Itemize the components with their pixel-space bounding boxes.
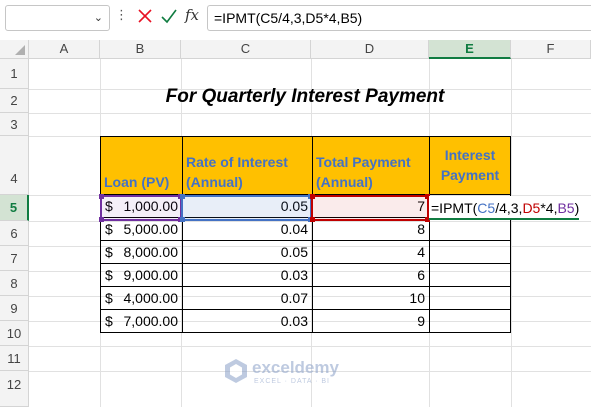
column-header-e[interactable]: E (429, 40, 511, 59)
reference-highlight-c5 (180, 194, 313, 222)
loan-table: Loan (PV) Rate of Interest (Annual) Total… (100, 136, 511, 333)
row-header-4[interactable]: 4 (0, 136, 29, 195)
exceldemy-watermark: exceldemy EXCEL · DATA · BI (224, 358, 339, 389)
exceldemy-logo-icon (225, 359, 247, 383)
row-header-2[interactable]: 2 (0, 89, 29, 113)
row-header-12[interactable]: 12 (0, 371, 29, 407)
sheet-title[interactable]: For Quarterly Interest Payment (100, 81, 510, 113)
row-header-10[interactable]: 10 (0, 321, 29, 346)
name-box[interactable]: ⌄ (5, 5, 110, 31)
rate-cell[interactable]: 0.03 (182, 309, 313, 333)
table-row: $9,000.00 0.03 6 (100, 263, 511, 287)
formula-part: *4, (540, 200, 558, 216)
reference-highlight-b5 (99, 194, 183, 222)
interest-cell[interactable] (429, 263, 511, 287)
row-header-8[interactable]: 8 (0, 271, 29, 296)
interest-cell[interactable] (429, 309, 511, 333)
table-row: $8,000.00 0.05 4 (100, 240, 511, 264)
watermark-name: exceldemy (252, 358, 339, 377)
cancel-icon[interactable] (137, 6, 153, 26)
row-header-7[interactable]: 7 (0, 246, 29, 271)
header-loan[interactable]: Loan (PV) (100, 136, 183, 195)
formula-bar: ⌄ ⋮ fx =IPMT(C5/4,3,D5*4,B5) (0, 0, 591, 36)
row-header-5[interactable]: 5 (0, 195, 29, 221)
formula-part: /4,3, (495, 200, 523, 216)
insert-function-icon[interactable]: fx (185, 6, 199, 24)
column-header-c[interactable]: C (181, 40, 311, 59)
column-header-f[interactable]: F (511, 40, 591, 59)
total-cell[interactable]: 6 (312, 263, 430, 287)
row-header-11[interactable]: 11 (0, 346, 29, 371)
formula-ref-b5: B5 (557, 200, 575, 216)
total-cell[interactable]: 10 (312, 286, 430, 310)
formula-ref-c5: C5 (477, 200, 496, 216)
rate-cell[interactable]: 0.05 (182, 240, 313, 264)
header-total-payment[interactable]: Total Payment (Annual) (312, 136, 430, 195)
reference-highlight-d5 (310, 194, 430, 222)
table-row: $4,000.00 0.07 10 (100, 286, 511, 310)
column-header-b[interactable]: B (100, 40, 181, 59)
row-header-3[interactable]: 3 (0, 113, 29, 136)
loan-cell[interactable]: $9,000.00 (100, 263, 183, 287)
watermark-tagline: EXCEL · DATA · BI (254, 378, 330, 385)
formula-ref-d5: D5 (522, 200, 541, 216)
total-cell[interactable]: 9 (312, 309, 430, 333)
interest-cell[interactable] (429, 217, 511, 241)
formula-input[interactable]: =IPMT(C5/4,3,D5*4,B5) (207, 5, 591, 31)
more-options-icon[interactable]: ⋮ (115, 8, 128, 23)
loan-cell[interactable]: $8,000.00 (100, 240, 183, 264)
row-header-6[interactable]: 6 (0, 221, 29, 246)
active-cell-editor[interactable]: =IPMT(C5/4,3,D5*4,B5) (429, 196, 580, 220)
interest-cell[interactable] (429, 240, 511, 264)
select-all-corner[interactable] (0, 40, 29, 59)
table-header-row: Loan (PV) Rate of Interest (Annual) Total… (100, 136, 511, 195)
formula-part: ) (574, 200, 580, 216)
formula-part: =IPMT( (431, 200, 478, 216)
row-header-1[interactable]: 1 (0, 59, 29, 89)
column-header-a[interactable]: A (29, 40, 100, 59)
interest-cell[interactable] (429, 286, 511, 310)
total-cell[interactable]: 4 (312, 240, 430, 264)
row-header-9[interactable]: 9 (0, 296, 29, 321)
header-rate[interactable]: Rate of Interest (Annual) (182, 136, 313, 195)
loan-cell[interactable]: $4,000.00 (100, 286, 183, 310)
loan-cell[interactable]: $7,000.00 (100, 309, 183, 333)
table-row: $7,000.00 0.03 9 (100, 309, 511, 333)
rate-cell[interactable]: 0.07 (182, 286, 313, 310)
header-interest-payment[interactable]: Interest Payment (429, 136, 511, 195)
enter-check-icon[interactable] (161, 6, 177, 26)
rate-cell[interactable]: 0.03 (182, 263, 313, 287)
chevron-down-icon[interactable]: ⌄ (94, 11, 103, 24)
column-header-d[interactable]: D (311, 40, 429, 59)
